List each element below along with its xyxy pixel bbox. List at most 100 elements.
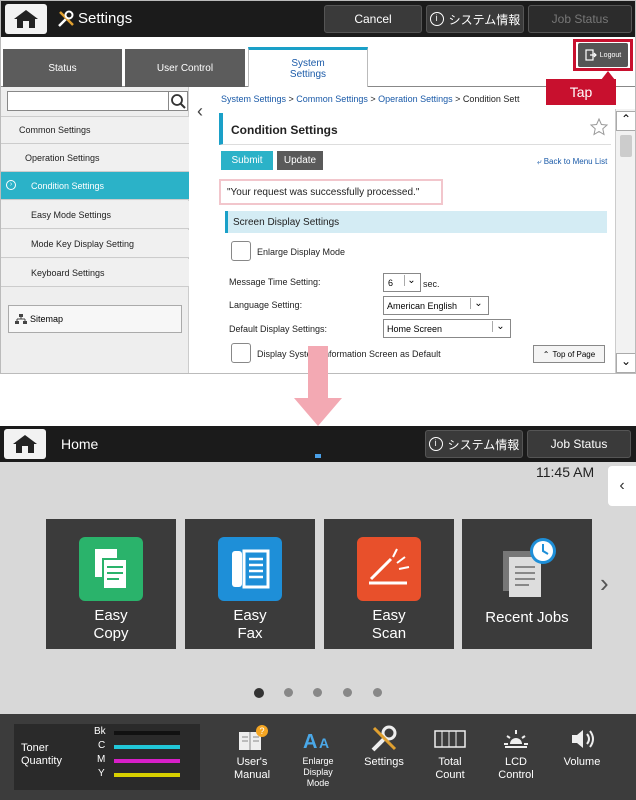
toner-name-y: Y <box>98 768 105 779</box>
svg-text:A: A <box>303 731 317 753</box>
scroll-up-icon[interactable]: ⌃ <box>616 111 635 131</box>
transition-arrow-area <box>0 346 636 426</box>
page-dot-5[interactable] <box>373 688 382 697</box>
sidebar-item-easy-mode-settings[interactable]: Easy Mode Settings <box>1 201 189 229</box>
sidebar-item-common-settings[interactable]: Common Settings <box>1 116 189 144</box>
page-dot-4[interactable] <box>343 688 352 697</box>
easy-fax-tile[interactable]: Easy Fax <box>185 519 315 649</box>
home-button[interactable] <box>5 4 47 34</box>
info-icon: i <box>429 12 444 26</box>
sidebar-item-condition-settings[interactable]: › Condition Settings <box>1 172 189 200</box>
enlarge-text-icon: AA <box>303 731 329 753</box>
selected-arrow-icon: › <box>6 180 16 190</box>
submit-button[interactable]: Submit <box>221 151 273 170</box>
scrollbar-thumb[interactable] <box>620 135 632 157</box>
footer-label: LCD Control <box>498 756 534 781</box>
display-sysinfo-label: Display System Information Screen as Def… <box>257 349 441 359</box>
side-panel-toggle[interactable]: ‹ <box>608 466 636 506</box>
toner-name-m: M <box>97 754 106 765</box>
star-icon[interactable] <box>589 117 609 137</box>
job-status-label: Job Status <box>550 437 608 451</box>
job-status-button[interactable]: Job Status <box>528 5 632 33</box>
tile-label: Recent Jobs <box>485 609 569 626</box>
breadcrumb-current: Condition Sett <box>462 94 520 104</box>
chevron-up-icon: ⌃ <box>542 349 550 359</box>
sidebar-item-operation-settings[interactable]: Operation Settings <box>1 144 189 172</box>
sidebar-search-button[interactable] <box>168 91 188 111</box>
tab-status[interactable]: Status <box>3 49 122 87</box>
tab-system-settings[interactable]: System Settings <box>248 47 368 88</box>
tab-label: Status <box>48 62 77 74</box>
footer-bar: Toner Quantity Bk C M Y ? User's Manual … <box>0 714 636 800</box>
message-time-value: 6 <box>388 277 394 288</box>
logout-button[interactable]: Logout <box>578 43 628 67</box>
language-value: American English <box>387 300 458 311</box>
users-manual-button[interactable]: ? User's Manual <box>222 722 282 782</box>
svg-text:A: A <box>319 735 329 751</box>
enlarge-display-checkbox[interactable] <box>231 241 251 261</box>
search-icon <box>171 94 186 109</box>
language-select[interactable]: American English ⌄ <box>383 296 489 315</box>
sidebar-item-label: Operation Settings <box>25 152 100 163</box>
vertical-scrollbar[interactable]: ⌃ ⌄ <box>615 109 635 373</box>
footer-label: Settings <box>364 756 404 768</box>
header-pull-indicator[interactable] <box>315 454 321 458</box>
sitemap-button[interactable]: Sitemap <box>8 305 182 333</box>
display-sysinfo-checkbox[interactable] <box>231 343 251 363</box>
top-of-page-label: Top of Page <box>552 349 596 359</box>
tools-icon <box>58 10 74 27</box>
page-dot-3[interactable] <box>313 688 322 697</box>
default-display-select[interactable]: Home Screen ⌄ <box>383 319 511 338</box>
message-time-select[interactable]: 6 ⌄ <box>383 273 421 292</box>
volume-button[interactable]: Volume <box>552 722 612 768</box>
system-info-label: システム情報 <box>447 437 520 452</box>
system-info-button[interactable]: i システム情報 <box>426 5 524 33</box>
scan-icon <box>357 537 421 601</box>
back-to-menu-link[interactable]: ⤶ Back to Menu List <box>537 157 607 167</box>
sidebar-item-mode-key-display[interactable]: Mode Key Display Setting <box>1 230 189 258</box>
footer-label: Enlarge Display Mode <box>302 756 334 788</box>
sidebar-item-label: Easy Mode Settings <box>31 209 112 220</box>
sidebar-item-label: Condition Settings <box>31 180 105 191</box>
toner-bar-c <box>114 745 180 749</box>
system-info-button[interactable]: i システム情報 <box>425 430 523 458</box>
clock: 11:45 AM <box>536 464 595 480</box>
section-title: Screen Display Settings <box>233 216 340 228</box>
counter-icon <box>434 730 466 748</box>
easy-scan-tile[interactable]: Easy Scan <box>324 519 454 649</box>
total-count-button[interactable]: Total Count <box>420 722 480 782</box>
home-header: Home i システム情報 Job Status <box>0 426 636 462</box>
update-button[interactable]: Update <box>277 151 323 170</box>
fax-icon <box>218 537 282 601</box>
easy-copy-tile[interactable]: Easy Copy <box>46 519 176 649</box>
svg-text:?: ? <box>259 726 264 736</box>
top-of-page-button[interactable]: ⌃ Top of Page <box>533 345 605 363</box>
lcd-control-button[interactable]: LCD Control <box>486 722 546 782</box>
cancel-button[interactable]: Cancel <box>324 5 422 33</box>
breadcrumb-system-settings[interactable]: System Settings <box>221 94 286 104</box>
toner-name-bk: Bk <box>94 726 106 737</box>
system-info-label: システム情報 <box>448 12 521 27</box>
language-label: Language Setting: <box>229 300 303 310</box>
home-screen: Home i システム情報 Job Status 11:45 AM ‹ Easy… <box>0 426 636 800</box>
enlarge-display-mode-button[interactable]: AA Enlarge Display Mode <box>288 722 348 789</box>
submit-label: Submit <box>231 155 263 166</box>
toner-bar-m <box>114 759 180 763</box>
page-dot-2[interactable] <box>284 688 293 697</box>
breadcrumb-operation-settings[interactable]: Operation Settings <box>378 94 453 104</box>
recent-jobs-tile[interactable]: Recent Jobs <box>462 519 592 649</box>
seconds-label: sec. <box>423 279 440 289</box>
tab-user-control[interactable]: User Control <box>125 49 245 87</box>
job-status-button[interactable]: Job Status <box>527 430 631 458</box>
cancel-label: Cancel <box>354 12 392 26</box>
sidebar-item-keyboard-settings[interactable]: Keyboard Settings <box>1 259 189 287</box>
page-dot-1[interactable] <box>254 688 264 698</box>
home-button[interactable] <box>4 429 46 459</box>
collapse-sidebar-button[interactable]: ‹ <box>190 101 210 129</box>
chevron-down-icon: ⌄ <box>470 298 486 309</box>
sidebar-search-input[interactable] <box>7 91 169 111</box>
settings-button[interactable]: Settings <box>354 722 414 768</box>
breadcrumb-common-settings[interactable]: Common Settings <box>296 94 368 104</box>
next-page-arrow[interactable]: › <box>600 568 609 599</box>
scroll-down-icon[interactable]: ⌄ <box>616 353 635 373</box>
